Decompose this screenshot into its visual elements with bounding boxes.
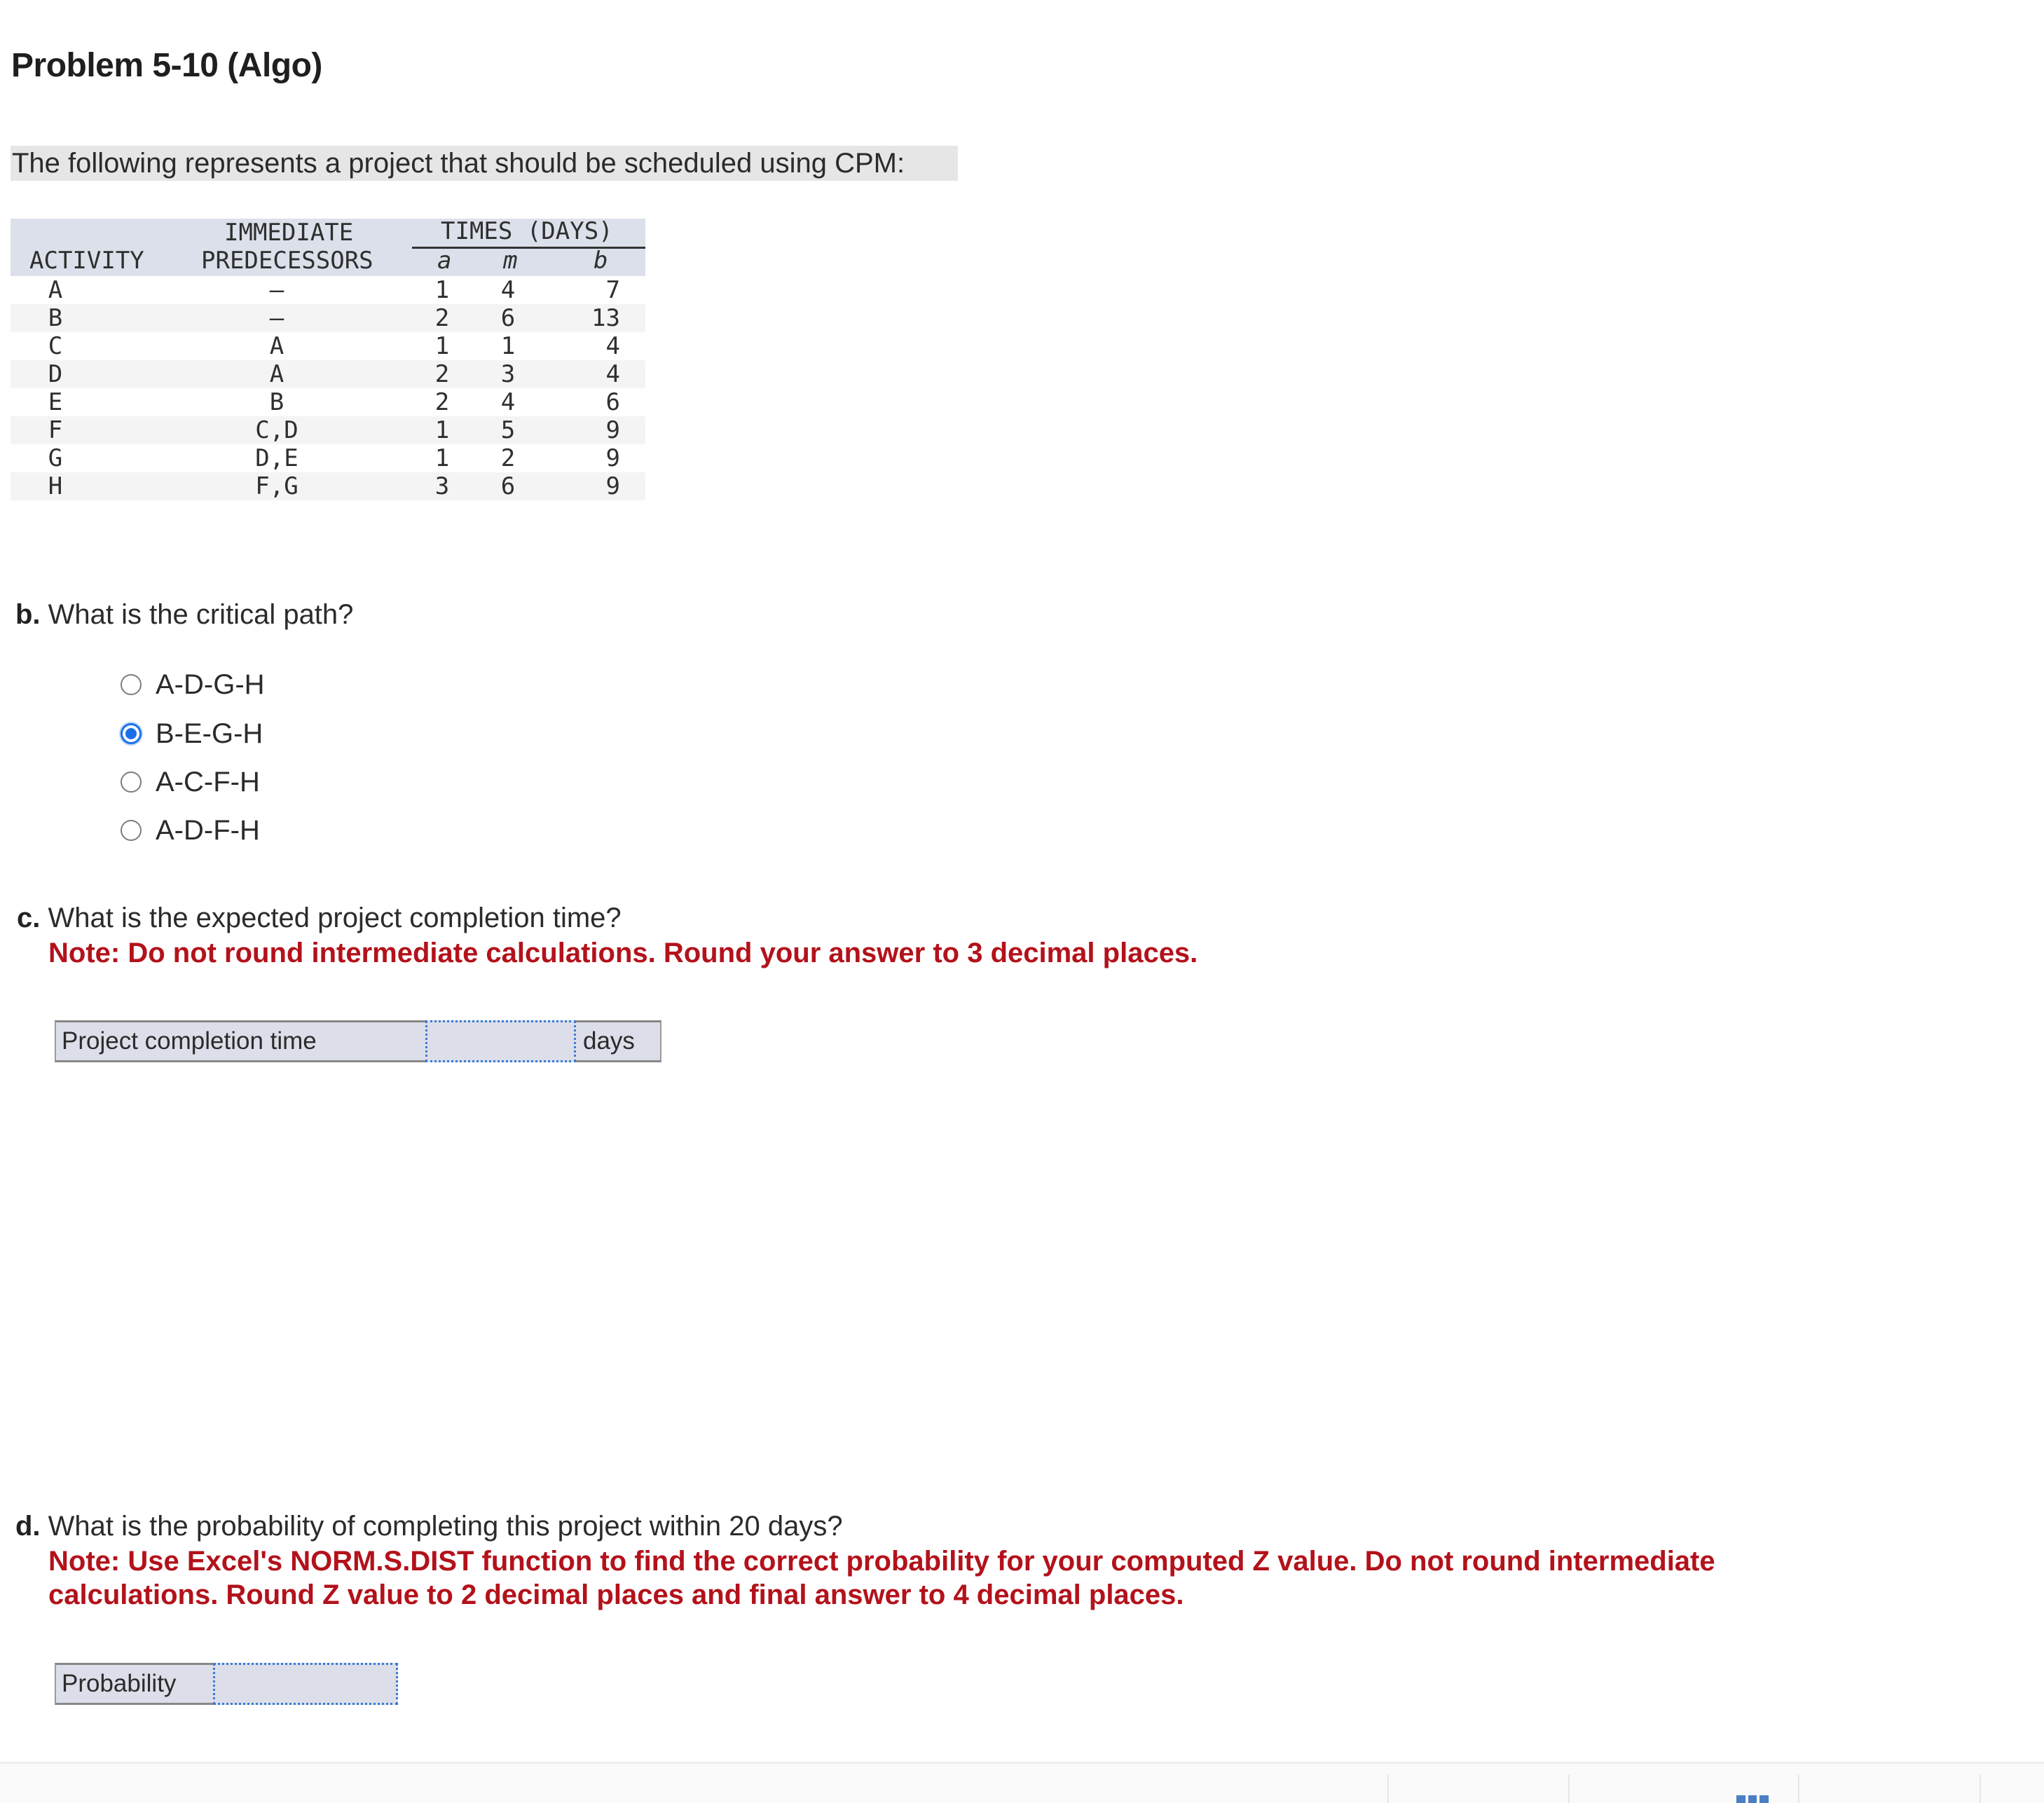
completion-time-row: Project completion time days — [55, 1020, 661, 1062]
footer-bar — [0, 1762, 2044, 1803]
cell-a: 1 — [434, 444, 450, 472]
part-d-note-line1: Note: Use Excel's NORM.S.DIST function t… — [48, 1546, 1715, 1577]
part-d-note-line2: calculations. Round Z value to 2 decimal… — [48, 1579, 1184, 1610]
cell-b: 9 — [605, 416, 620, 444]
radio-unselected-icon[interactable] — [121, 772, 142, 793]
cell-activity: F — [48, 416, 63, 444]
cell-a: 1 — [434, 276, 450, 304]
cell-b: 9 — [605, 444, 620, 472]
cell-a: 1 — [434, 332, 450, 360]
cell-b: 9 — [605, 472, 620, 500]
cell-pred: F,G — [255, 472, 299, 500]
critical-path-option[interactable]: A-C-F-H — [121, 762, 260, 802]
cell-pred: D,E — [255, 444, 299, 472]
completion-time-label: Project completion time — [62, 1027, 317, 1055]
cell-m: 5 — [500, 416, 516, 444]
grid-icon[interactable] — [1736, 1795, 1769, 1803]
cell-activity: A — [48, 276, 63, 304]
cell-activity: H — [48, 472, 63, 500]
part-d-text: What is the probability of completing th… — [48, 1511, 843, 1542]
cell-b: 4 — [605, 360, 620, 388]
option-label: B-E-G-H — [156, 718, 263, 749]
radio-unselected-icon[interactable] — [121, 674, 142, 695]
part-c-note: Note: Do not round intermediate calculat… — [48, 938, 1198, 968]
header-m: m — [503, 247, 518, 275]
part-c-letter: c. — [17, 903, 41, 933]
cell-pred: — — [269, 276, 284, 304]
table-row: C A 1 1 4 — [11, 332, 645, 360]
footer-divider — [1980, 1775, 1981, 1803]
table-row: H F,G 3 6 9 — [11, 472, 645, 500]
critical-path-option[interactable]: A-D-G-H — [121, 665, 265, 704]
option-label: A-D-F-H — [156, 814, 260, 846]
intro-text: The following represents a project that … — [11, 146, 958, 181]
table-row: D A 2 3 4 — [11, 360, 645, 388]
cell-activity: D — [48, 360, 63, 388]
footer-divider — [1798, 1775, 1799, 1803]
cell-m: 3 — [500, 360, 516, 388]
part-c-text: What is the expected project completion … — [48, 903, 622, 933]
footer-divider — [1568, 1775, 1570, 1803]
cell-a: 2 — [434, 304, 450, 332]
table-row: A — 1 4 7 — [11, 276, 645, 304]
cell-m: 6 — [500, 472, 516, 500]
cell-m: 6 — [500, 304, 516, 332]
part-b-letter: b. — [15, 599, 41, 630]
cell-pred: — — [269, 304, 284, 332]
part-d-letter: d. — [15, 1511, 41, 1542]
table-row: E B 2 4 6 — [11, 388, 645, 416]
cell-pred: A — [269, 332, 284, 360]
cell-m: 4 — [500, 276, 516, 304]
part-b-text: What is the critical path? — [48, 599, 354, 630]
header-b: b — [594, 247, 608, 275]
cell-b: 6 — [605, 388, 620, 416]
cell-b: 13 — [591, 304, 620, 332]
cell-activity: B — [48, 304, 63, 332]
cell-activity: G — [48, 444, 63, 472]
completion-time-input[interactable] — [425, 1020, 576, 1062]
cell-activity: E — [48, 388, 63, 416]
problem-title: Problem 5-10 (Algo) — [11, 47, 322, 84]
header-predecessors-line1: IMMEDIATE — [224, 219, 354, 247]
days-unit-label: days — [583, 1027, 635, 1055]
cell-activity: C — [48, 332, 63, 360]
part-c-question: c. What is the expected project completi… — [17, 903, 622, 934]
option-label: A-C-F-H — [156, 766, 260, 797]
part-b-question: b. What is the critical path? — [15, 599, 353, 631]
table-row: G D,E 1 2 9 — [11, 444, 645, 472]
part-d-question: d. What is the probability of completing… — [15, 1511, 843, 1542]
table-row: F C,D 1 5 9 — [11, 416, 645, 444]
footer-divider — [1387, 1775, 1389, 1803]
header-activity: ACTIVITY — [29, 247, 144, 275]
critical-path-option[interactable]: A-D-F-H — [121, 811, 260, 850]
cell-a: 2 — [434, 388, 450, 416]
radio-selected-icon[interactable] — [121, 723, 142, 744]
probability-input[interactable] — [213, 1663, 398, 1705]
critical-path-option[interactable]: B-E-G-H — [121, 714, 263, 753]
option-label: A-D-G-H — [156, 669, 265, 700]
table-header: ACTIVITY IMMEDIATE PREDECESSORS TIMES (D… — [11, 217, 645, 276]
cell-a: 2 — [434, 360, 450, 388]
probability-row: Probability — [55, 1663, 398, 1705]
table-row: B — 2 6 13 — [11, 304, 645, 332]
cell-m: 2 — [500, 444, 516, 472]
cell-b: 7 — [605, 276, 620, 304]
probability-label: Probability — [62, 1670, 177, 1697]
cell-pred: C,D — [255, 416, 299, 444]
cell-a: 1 — [434, 416, 450, 444]
cell-pred: A — [269, 360, 284, 388]
header-a: a — [437, 247, 452, 275]
cell-m: 1 — [500, 332, 516, 360]
header-predecessors-line2: PREDECESSORS — [201, 247, 373, 275]
cell-pred: B — [269, 388, 284, 416]
cell-b: 4 — [605, 332, 620, 360]
radio-unselected-icon[interactable] — [121, 820, 142, 841]
cell-a: 3 — [434, 472, 450, 500]
header-times: TIMES (DAYS) — [441, 217, 613, 245]
cell-m: 4 — [500, 388, 516, 416]
